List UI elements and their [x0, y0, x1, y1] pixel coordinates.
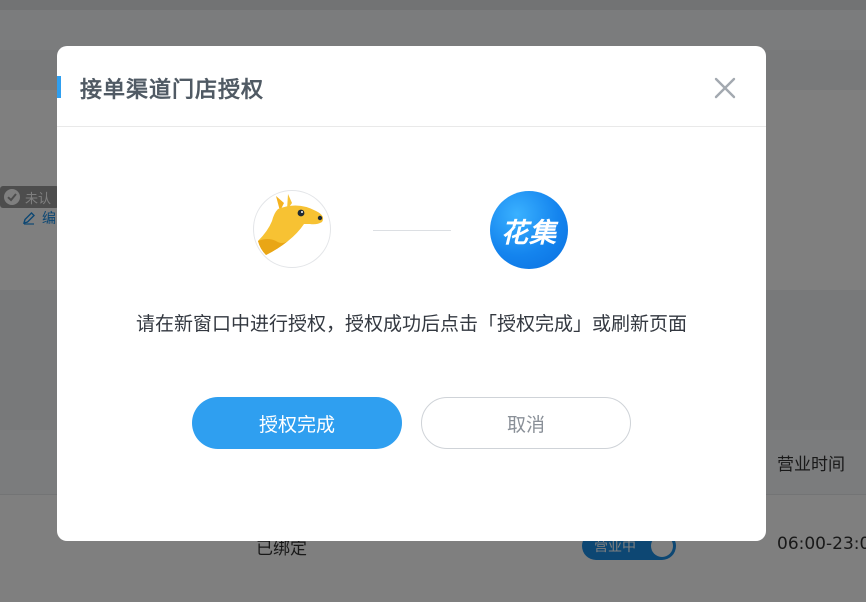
channel-logo [253, 190, 331, 268]
kangaroo-logo-icon [258, 194, 324, 255]
connection-line [373, 230, 451, 231]
close-button[interactable] [713, 76, 737, 100]
instruction-text: 请在新窗口中进行授权，授权成功后点击「授权完成」或刷新页面 [135, 313, 687, 335]
authorization-complete-button[interactable]: 授权完成 [192, 397, 402, 449]
dialog-title: 接单渠道门店授权 [80, 78, 265, 103]
huaji-logo-text: 花集 [501, 217, 557, 249]
close-icon [714, 77, 736, 99]
authorization-dialog: 接单渠道门店授权 花集 请在新窗口中进行授权，授权成功后点击「授权完成」或刷新页… [57, 46, 766, 541]
title-accent-bar [57, 76, 61, 98]
dialog-header: 接单渠道门店授权 [57, 46, 766, 127]
cancel-button[interactable]: 取消 [421, 397, 631, 449]
huaji-logo: 花集 [490, 191, 568, 269]
